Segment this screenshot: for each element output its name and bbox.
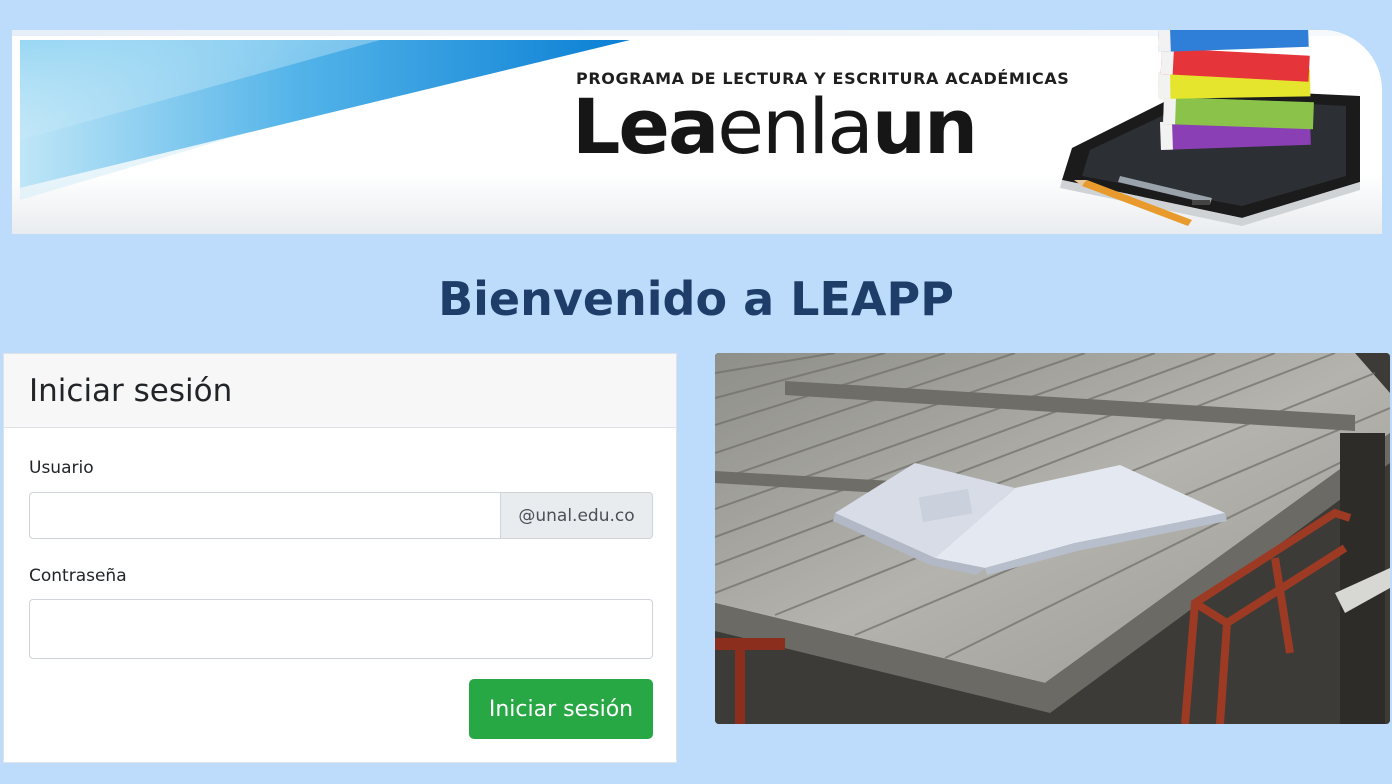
username-label: Usuario — [29, 458, 94, 478]
logo-lea: Lea — [572, 82, 719, 171]
email-domain-addon: @unal.edu.co — [501, 492, 653, 539]
table-with-book-image — [715, 353, 1390, 724]
password-input[interactable] — [29, 599, 653, 659]
login-card: Iniciar sesión Usuario @unal.edu.co Cont… — [3, 353, 677, 763]
page-title: Bienvenido a LEAPP — [438, 271, 954, 326]
logo-enla: enla — [717, 82, 874, 171]
password-label: Contraseña — [29, 566, 127, 586]
header-banner: PROGRAMA DE LECTURA Y ESCRITURA ACADÉMIC… — [12, 30, 1382, 234]
decorative-photo — [715, 353, 1390, 724]
username-input-group: @unal.edu.co — [29, 492, 653, 539]
logo-un: un — [871, 82, 978, 171]
username-input[interactable] — [29, 492, 501, 539]
login-title: Iniciar sesión — [29, 373, 233, 409]
book-stack-icon — [1158, 30, 1314, 150]
banner-swoosh-graphic — [20, 40, 630, 200]
login-card-header: Iniciar sesión — [4, 354, 676, 428]
books-tablet-illustration — [1060, 30, 1360, 226]
site-logo: Leaenlaun — [572, 82, 978, 172]
login-button[interactable]: Iniciar sesión — [469, 679, 653, 739]
